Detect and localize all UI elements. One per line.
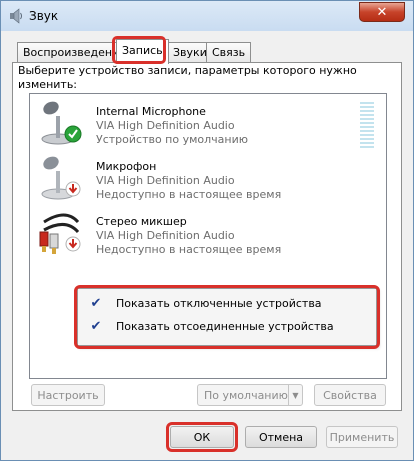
tab-highlight-annotation <box>112 36 166 64</box>
set-default-button[interactable]: По умолчанию ▼ <box>197 384 303 406</box>
instruction-text: Выберите устройство записи, параметры ко… <box>18 64 357 91</box>
sound-dialog-window: Звук ✕ Воспроизведение Запись Звуки Связ… <box>0 0 414 461</box>
menu-highlight-annotation <box>74 285 380 349</box>
device-driver: VIA High Definition Audio <box>96 229 235 242</box>
device-status: Недоступно в настоящее время <box>96 243 282 256</box>
device-status: Недоступно в настоящее время <box>96 188 282 201</box>
device-status: Устройство по умолчанию <box>96 133 249 146</box>
close-icon: ✕ <box>376 4 388 20</box>
default-check-icon <box>64 125 82 143</box>
unavailable-arrow-icon <box>65 181 81 197</box>
apply-button[interactable]: Применить <box>326 426 398 448</box>
audio-cable-icon <box>39 213 81 254</box>
ok-highlight-annotation <box>166 422 238 452</box>
device-row[interactable]: Internal Microphone VIA High Definition … <box>30 94 386 148</box>
unavailable-arrow-icon <box>65 236 81 252</box>
input-level-meter <box>360 102 374 148</box>
device-row[interactable]: Стерео микшер VIA High Definition Audio … <box>30 204 386 256</box>
window-title: Звук <box>29 9 59 23</box>
configure-button[interactable]: Настроить <box>31 384 105 406</box>
set-default-label: По умолчанию <box>204 388 288 402</box>
device-name: Internal Microphone <box>96 105 206 118</box>
device-name: Стерео микшер <box>96 215 187 228</box>
microphone-icon <box>41 156 81 200</box>
chevron-down-icon[interactable]: ▼ <box>288 385 302 405</box>
cancel-button[interactable]: Отмена <box>245 426 317 448</box>
device-name: Микрофон <box>96 160 157 173</box>
device-row[interactable]: Микрофон VIA High Definition Audio Недос… <box>30 149 386 201</box>
device-driver: VIA High Definition Audio <box>96 119 235 132</box>
speaker-icon <box>10 8 22 24</box>
title-bar[interactable]: Звук ✕ <box>1 1 413 31</box>
microphone-icon <box>41 101 82 145</box>
tab-communications[interactable]: Связь <box>206 42 252 63</box>
close-button[interactable]: ✕ <box>359 2 405 22</box>
device-driver: VIA High Definition Audio <box>96 174 235 187</box>
properties-button[interactable]: Свойства <box>314 384 386 406</box>
